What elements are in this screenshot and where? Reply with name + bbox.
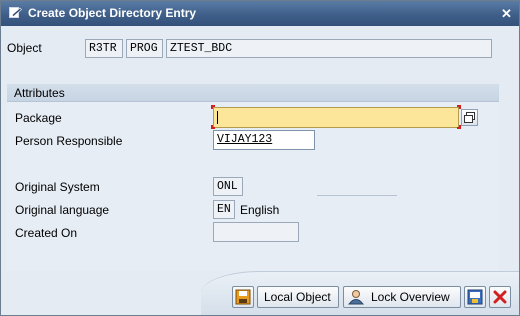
cancel-icon (493, 290, 507, 304)
info-button[interactable] (464, 286, 486, 308)
dialog-window: Create Object Directory Entry ✕ Object R… (0, 0, 520, 316)
value-help-icon[interactable] (461, 109, 478, 126)
lock-overview-button[interactable]: Lock Overview (343, 286, 461, 308)
person-responsible-label: Person Responsible (15, 134, 123, 148)
cancel-button[interactable] (489, 286, 511, 308)
package-label: Package (15, 111, 62, 125)
divider (317, 195, 397, 196)
required-marker (211, 125, 215, 129)
created-on-label: Created On (15, 226, 78, 240)
save-icon (235, 289, 251, 305)
attributes-title: Attributes (14, 86, 65, 100)
original-system-field: ONL (213, 177, 243, 196)
lock-overview-label: Lock Overview (371, 290, 450, 304)
local-object-button[interactable]: Local Object (257, 286, 339, 308)
created-on-field (213, 222, 299, 242)
info-icon (467, 289, 483, 305)
local-object-label: Local Object (264, 290, 331, 304)
title-bar: Create Object Directory Entry ✕ (1, 1, 519, 26)
original-language-code: EN (213, 200, 235, 219)
dialog-title: Create Object Directory Entry (28, 6, 197, 20)
lock-overview-icon (347, 290, 365, 305)
original-language-label: Original language (15, 203, 110, 217)
window-close-icon[interactable]: ✕ (498, 5, 515, 22)
object-type-field: PROG (126, 39, 163, 58)
attributes-header: Attributes (7, 84, 499, 102)
text-caret (217, 111, 218, 124)
object-pgmid-field: R3TR (85, 39, 123, 58)
original-language-text: English (240, 203, 280, 217)
person-responsible-value: VIJAY123 (217, 133, 273, 146)
save-button[interactable] (232, 286, 254, 308)
person-responsible-input[interactable]: VIJAY123 (213, 130, 315, 150)
object-name-field: ZTEST_BDC (166, 39, 492, 58)
pencil-page-icon (9, 7, 22, 18)
package-input[interactable] (213, 107, 459, 128)
original-system-label: Original System (15, 180, 100, 194)
object-label: Object (7, 41, 42, 55)
required-marker (211, 105, 215, 109)
